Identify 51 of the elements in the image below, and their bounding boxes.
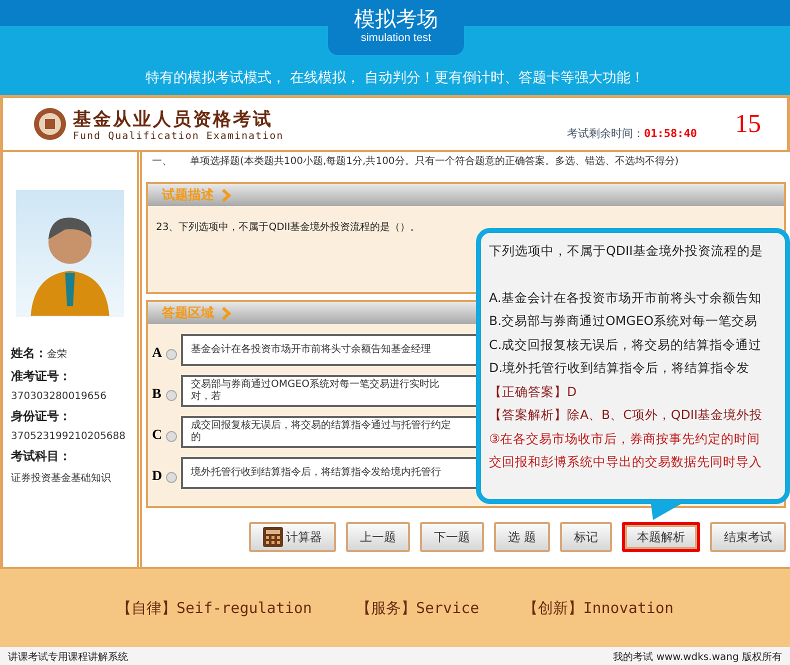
chevron-icon (222, 306, 231, 320)
info-value: 370303280019656 (11, 391, 108, 402)
explanation-line: A.基金会计在各投资市场开市前将头寸余额告知 (489, 288, 762, 306)
toolbar-button[interactable]: 计算器 (249, 522, 336, 552)
option-letter: A (152, 346, 164, 362)
toolbar-button[interactable]: 本题解析 (622, 522, 700, 552)
question-count: 15 (735, 109, 761, 139)
motto-text: 【创新】Innovation (523, 598, 674, 618)
toolbar-button[interactable]: 上一题 (346, 522, 410, 552)
toolbar-button[interactable]: 下一题 (420, 522, 484, 552)
explanation-line: ③在各交易市场收市后，券商按事先约定的时间 (489, 430, 762, 448)
info-value: 证券投资基金基础知识 (11, 472, 112, 485)
toolbar-button[interactable]: 结束考试 (710, 522, 786, 552)
panel-title: 试题描述 (162, 187, 214, 204)
info-value: 370523199210205688 (11, 431, 127, 442)
radio-button[interactable] (166, 472, 177, 482)
info-label: 考试科目： (11, 448, 72, 465)
info-value: 金荣 (47, 348, 67, 361)
info-label: 身份证号： (11, 408, 72, 425)
countdown-timer: 01:58:40 (644, 126, 697, 140)
option-letter: B (152, 387, 162, 403)
copyright-text: 我的考试 www.wdks.wang 版权所有 (613, 650, 782, 664)
timer-label: 考试剩余时间： (567, 126, 644, 140)
explanation-line: C.成交回报复核无误后，将交易的结算指令通过 (489, 336, 763, 354)
calculator-icon (263, 527, 284, 547)
page-title: 模拟考场 (353, 6, 439, 32)
explanation-line: 下列选项中，不属于QDII基金境外投资流程的是 (489, 242, 764, 260)
coin-logo-icon (33, 107, 67, 141)
page-subtitle: simulation test (360, 32, 432, 44)
motto-text: 【自律】Seif-regulation (116, 598, 312, 618)
info-label: 姓名： (11, 345, 47, 362)
section-number: 一、 (152, 156, 172, 169)
question-text: 23、下列选项中，不属于QDII基金境外投资流程的是（）。 (155, 220, 422, 235)
toolbar-button[interactable]: 标记 (560, 522, 612, 552)
radio-button[interactable] (166, 348, 177, 360)
chevron-icon (222, 188, 231, 202)
option-letter: D (152, 469, 164, 485)
radio-button[interactable] (166, 390, 177, 400)
exam-title: 基金从业人员资格考试 (73, 108, 274, 130)
explanation-line: 【正确答案】D (489, 382, 578, 400)
tagline: 特有的模拟考试模式， 在线模拟， 自动判分！更有倒计时、答题卡等强大功能！ (146, 69, 644, 87)
status-text: 讲课考试专用课程讲解系统 (8, 650, 128, 664)
option-letter: C (152, 428, 164, 444)
panel-title: 答题区域 (162, 305, 214, 322)
motto-text: 【服务】Service (356, 598, 480, 618)
section-instructions: 单项选择题(本类题共100小题,每题1分,共100分。只有一个符合题意的正确答案。多选、错选、不选均不得分) (190, 156, 680, 169)
radio-button[interactable] (166, 430, 177, 442)
explanation-line: B.交易部与券商通过OMGEO系统对每一笔交易 (489, 312, 759, 330)
toolbar-button[interactable]: 选 题 (494, 522, 550, 552)
exam-subtitle: Fund Qualification Examination (73, 130, 284, 142)
info-label: 准考证号： (11, 368, 72, 385)
